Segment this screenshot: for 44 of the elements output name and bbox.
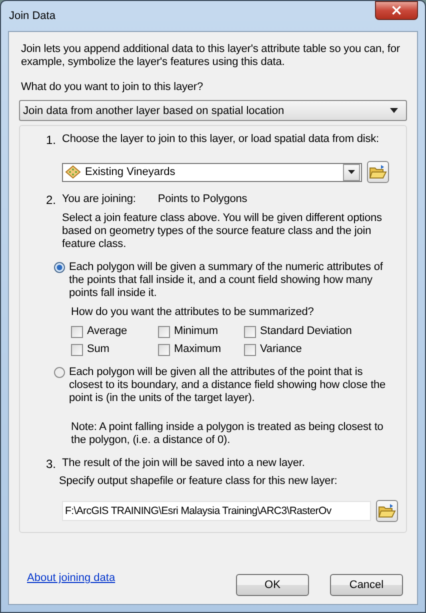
point-layer-icon bbox=[65, 165, 81, 179]
browse-folder-button[interactable] bbox=[376, 500, 398, 522]
checkbox[interactable] bbox=[158, 326, 170, 338]
checkbox[interactable] bbox=[244, 326, 256, 338]
option-text: Each polygon will be given a summary of the numeric attributes of the points that fall inside it, and a count field showing how many points fall inside it. bbox=[69, 261, 384, 300]
checkbox-label: Variance bbox=[260, 343, 302, 356]
join-question: What do you want to join to this layer? bbox=[21, 81, 204, 94]
folder-icon bbox=[369, 164, 387, 180]
checkbox[interactable] bbox=[71, 344, 83, 356]
step-label: Choose the layer to join to this layer, or load spatial data from disk: bbox=[62, 133, 379, 147]
checkbox-label: Average bbox=[87, 325, 128, 338]
checkbox-label: Maximum bbox=[174, 343, 221, 356]
checkbox-label: Standard Deviation bbox=[260, 325, 352, 338]
checkbox-label: Minimum bbox=[174, 325, 218, 338]
dropdown-arrow-icon bbox=[348, 170, 355, 174]
open-folder-button[interactable] bbox=[367, 161, 389, 183]
step-number: 2. bbox=[46, 193, 56, 207]
step-label: You are joining: bbox=[62, 193, 136, 207]
dropdown-arrow-icon bbox=[390, 108, 398, 113]
join-type-dropdown[interactable]: Join data from another layer based on spatial location bbox=[19, 100, 407, 121]
layer-dropdown[interactable]: Existing Vineyards bbox=[62, 162, 362, 182]
checkbox[interactable] bbox=[244, 344, 256, 356]
summary-question: How do you want the attributes to be summarized? bbox=[71, 306, 315, 319]
note-text: Note: A point falling inside a polygon is treated as being closest to the polygon, (i.e. a distance of 0). bbox=[71, 421, 384, 447]
intro-text: Join lets you append additional data to this layer's attribute table so you can, for example, symbolize the layer's features using this data. bbox=[21, 43, 401, 69]
help-link[interactable]: About joining data bbox=[27, 572, 116, 584]
window-title: Join Data bbox=[8, 10, 56, 22]
dialog-button[interactable]: Cancel bbox=[330, 574, 403, 596]
folder-icon bbox=[378, 503, 396, 519]
joining-type-text: Points to Polygons bbox=[158, 193, 248, 207]
step-number: 3. bbox=[46, 457, 56, 471]
hint-text: Select a join feature class above. You will be given different options based on geometry types of the source feature class and the join feature class. bbox=[62, 212, 383, 251]
dialog-button[interactable]: OK bbox=[236, 574, 309, 596]
step-label: The result of the join will be saved into a new layer. bbox=[62, 457, 305, 471]
checkbox[interactable] bbox=[71, 326, 83, 338]
close-button[interactable]: × bbox=[375, 1, 418, 20]
radio-button[interactable] bbox=[54, 367, 65, 378]
radio-button[interactable] bbox=[54, 262, 65, 273]
output-path-field[interactable]: F:\ArcGIS TRAINING\Esri Malaysia Training\ARC3\RasterOv bbox=[62, 501, 372, 521]
checkbox-label: Sum bbox=[87, 343, 110, 356]
option-text: Each polygon will be given all the attributes of the point that is closest to its boundary, and a distance field showing how close the point is (in the units of the target layer). bbox=[69, 366, 387, 405]
output-label: Specify output shapefile or feature class for this new layer: bbox=[59, 475, 338, 488]
step-number: 1. bbox=[46, 133, 56, 147]
checkbox[interactable] bbox=[158, 344, 170, 356]
